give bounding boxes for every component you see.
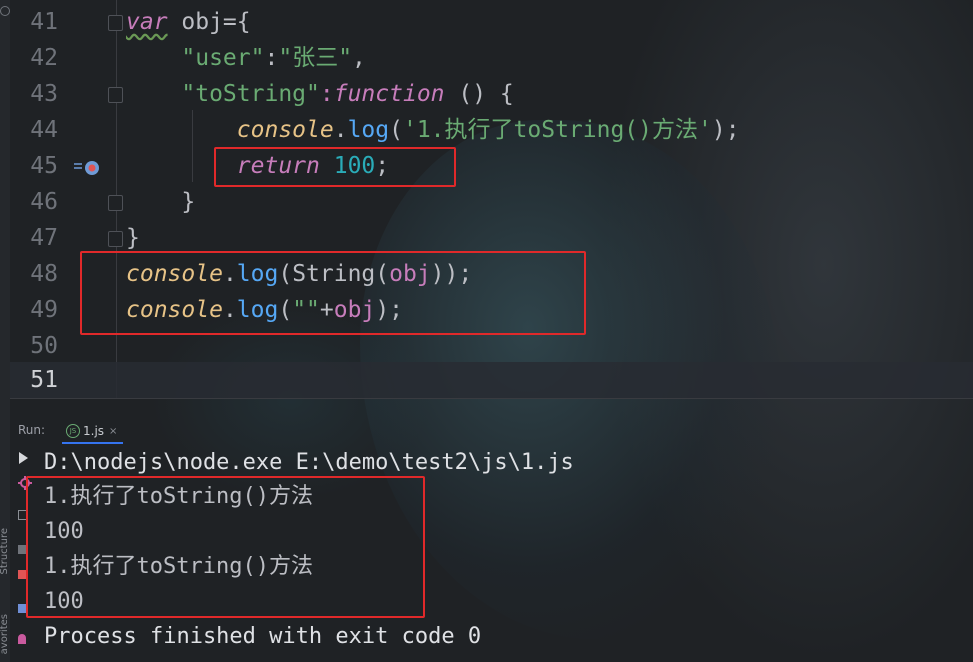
line-number: 50 bbox=[30, 333, 58, 359]
code-text: ); bbox=[711, 117, 740, 143]
code-text: . bbox=[222, 297, 237, 323]
string-literal: "user" bbox=[181, 45, 265, 71]
run-panel-header: Run: JS 1.js × bbox=[10, 418, 973, 444]
code-editor[interactable]: 41 var obj={ 42 "user":"张三", 43 "toStrin… bbox=[10, 0, 973, 398]
line-number: 41 bbox=[30, 9, 58, 35]
code-text: ( bbox=[389, 117, 403, 143]
fold-marker[interactable] bbox=[108, 195, 123, 211]
console-object: console bbox=[236, 117, 334, 143]
pin-tab-icon[interactable] bbox=[18, 570, 27, 579]
method-name: log bbox=[236, 261, 279, 287]
code-text: } bbox=[126, 225, 140, 251]
circle-icon[interactable] bbox=[0, 6, 10, 16]
line-number: 46 bbox=[30, 189, 58, 215]
panel-divider bbox=[10, 398, 973, 399]
code-line[interactable]: 42 "user":"张三", bbox=[10, 40, 973, 76]
console-output-line: 1.执行了toString()方法 bbox=[44, 484, 313, 509]
code-line[interactable]: 45 return 100; bbox=[10, 148, 973, 184]
code-line[interactable]: 46 } bbox=[10, 184, 973, 220]
code-text: () { bbox=[444, 81, 514, 107]
code-line[interactable]: 43 "toString":function () { bbox=[10, 76, 973, 175]
left-tool-strip: Structure avorites bbox=[0, 0, 10, 662]
line-number: 49 bbox=[30, 297, 58, 323]
code-text: } bbox=[181, 189, 196, 215]
run-tab-1js[interactable]: JS 1.js × bbox=[62, 420, 124, 444]
code-text: : bbox=[264, 45, 279, 71]
code-text: ( bbox=[278, 297, 293, 323]
console-output-line: 100 bbox=[44, 589, 84, 614]
keyword: var bbox=[126, 9, 168, 35]
line-number: 47 bbox=[30, 225, 58, 251]
code-text: + bbox=[319, 297, 334, 323]
string-literal: "" bbox=[292, 297, 320, 323]
fold-marker[interactable] bbox=[108, 87, 123, 103]
code-line[interactable]: 48 console.log(String(obj)); bbox=[10, 256, 973, 292]
keyword: function bbox=[333, 81, 445, 107]
line-number: 48 bbox=[30, 261, 58, 287]
code-text: obj={ bbox=[167, 9, 251, 35]
line-number: 44 bbox=[30, 117, 58, 143]
string-literal: "toString" bbox=[181, 81, 320, 107]
code-text: , bbox=[352, 45, 366, 71]
js-file-icon: JS bbox=[66, 424, 80, 438]
code-line[interactable]: 44 console.log('1.执行了toString()方法'); bbox=[10, 112, 973, 148]
code-line[interactable]: 41 var obj={ bbox=[10, 4, 973, 40]
structure-tool-label[interactable]: Structure bbox=[0, 528, 10, 575]
code-line[interactable]: 49 console.log(""+obj); bbox=[10, 292, 973, 328]
code-text: (String( bbox=[278, 261, 390, 287]
method-name: log bbox=[236, 297, 279, 323]
line-number: 45 bbox=[30, 153, 58, 179]
line-number: 51 bbox=[30, 367, 58, 393]
line-number: 42 bbox=[30, 45, 58, 71]
console-object: console bbox=[126, 261, 223, 287]
code-text: . bbox=[222, 261, 237, 287]
code-line[interactable]: 50 bbox=[10, 328, 973, 364]
wrench-icon[interactable] bbox=[18, 476, 32, 490]
run-label: Run: bbox=[18, 423, 46, 437]
code-line[interactable]: 47 } bbox=[10, 220, 973, 256]
fold-marker[interactable] bbox=[108, 231, 123, 247]
run-tab-label: 1.js bbox=[83, 424, 105, 438]
line-number: 43 bbox=[30, 81, 58, 107]
keyword: return bbox=[236, 153, 320, 179]
variable: obj bbox=[389, 261, 431, 287]
console-output-line: 1.执行了toString()方法 bbox=[44, 554, 313, 579]
close-icon[interactable]: × bbox=[109, 426, 117, 437]
stop-icon[interactable] bbox=[18, 510, 28, 520]
print-icon[interactable] bbox=[18, 604, 27, 613]
pin-icon[interactable] bbox=[18, 634, 26, 644]
console-exit-line: Process finished with exit code 0 bbox=[44, 624, 482, 649]
current-code-line[interactable]: 51 bbox=[10, 362, 973, 398]
console-output-line: 100 bbox=[44, 519, 84, 544]
code-text: ; bbox=[375, 153, 390, 179]
favorites-tool-label[interactable]: avorites bbox=[0, 614, 10, 654]
layout-icon[interactable] bbox=[18, 545, 27, 554]
string-literal: "张三" bbox=[278, 45, 353, 71]
string-literal: '1.执行了toString()方法' bbox=[402, 117, 712, 143]
code-text: ); bbox=[375, 297, 404, 323]
code-text: )); bbox=[430, 261, 473, 287]
console-object: console bbox=[126, 297, 223, 323]
number-literal: 100 bbox=[319, 153, 376, 179]
method-name: log bbox=[347, 117, 390, 143]
fold-marker[interactable] bbox=[108, 15, 123, 31]
console-command: D:\nodejs\node.exe E:\demo\test2\js\1.js bbox=[44, 450, 574, 475]
rerun-icon[interactable] bbox=[19, 452, 28, 464]
code-text: . bbox=[333, 117, 348, 143]
code-text: : bbox=[319, 81, 334, 107]
variable: obj bbox=[333, 297, 376, 323]
